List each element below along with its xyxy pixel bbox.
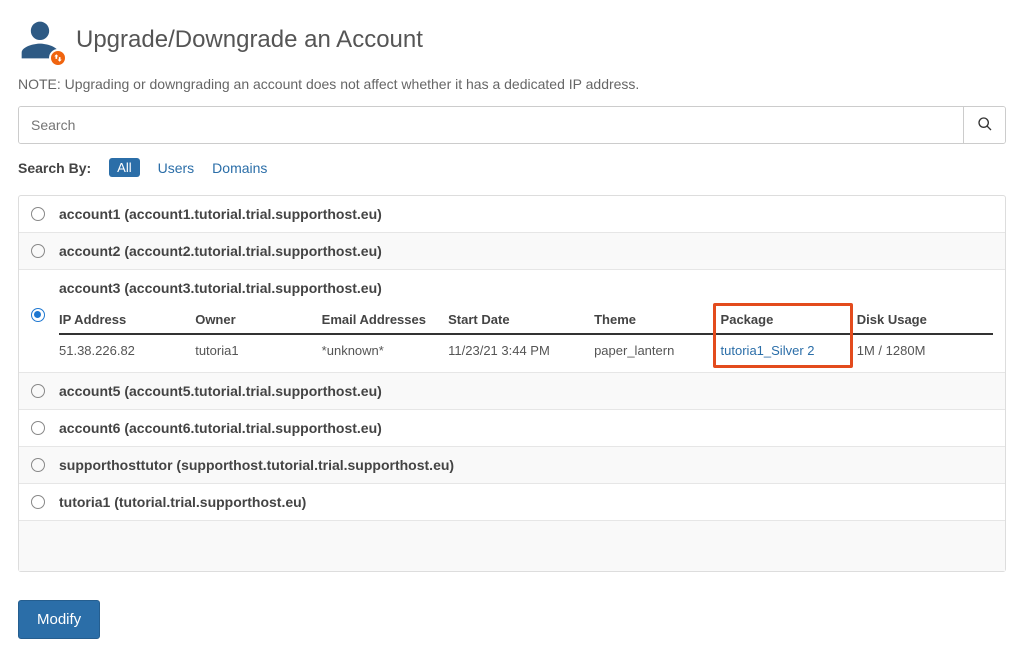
account-details-table: IP Address Owner Email Addresses Start D… — [59, 306, 993, 362]
filter-all[interactable]: All — [109, 158, 139, 177]
panel-spacer — [19, 521, 1005, 571]
account-label: account6 (account6.tutorial.trial.suppor… — [59, 420, 382, 436]
person-icon-wrap — [18, 18, 62, 62]
radio-supporthosttutor[interactable] — [31, 458, 45, 472]
search-row — [18, 106, 1006, 144]
col-start: Start Date — [448, 306, 594, 334]
account-row-expanded: account3 (account3.tutorial.trial.suppor… — [19, 270, 1005, 373]
cell-owner: tutoria1 — [195, 334, 321, 362]
account-label: supporthosttutor (supporthost.tutorial.t… — [59, 457, 454, 473]
account-row[interactable]: tutoria1 (tutorial.trial.supporthost.eu) — [19, 484, 1005, 521]
account-row[interactable]: supporthosttutor (supporthost.tutorial.t… — [19, 447, 1005, 484]
search-button[interactable] — [963, 107, 1005, 143]
account-label: account2 (account2.tutorial.trial.suppor… — [59, 243, 382, 259]
col-theme: Theme — [594, 306, 720, 334]
account-label: account1 (account1.tutorial.trial.suppor… — [59, 206, 382, 222]
accounts-panel: account1 (account1.tutorial.trial.suppor… — [18, 195, 1006, 572]
account-row[interactable]: account6 (account6.tutorial.trial.suppor… — [19, 410, 1005, 447]
package-link[interactable]: tutoria1_Silver 2 — [721, 343, 815, 358]
radio-account5[interactable] — [31, 384, 45, 398]
account-row[interactable]: account1 (account1.tutorial.trial.suppor… — [19, 196, 1005, 233]
note-text: NOTE: Upgrading or downgrading an accoun… — [18, 76, 1006, 92]
filter-domains[interactable]: Domains — [212, 160, 267, 176]
account-label: account3 (account3.tutorial.trial.suppor… — [59, 280, 993, 296]
cell-email: *unknown* — [322, 334, 448, 362]
cell-disk: 1M / 1280M — [857, 334, 993, 362]
search-by-label: Search By: — [18, 160, 91, 176]
cell-ip: 51.38.226.82 — [59, 334, 195, 362]
account-row[interactable]: account5 (account5.tutorial.trial.suppor… — [19, 373, 1005, 410]
page-title: Upgrade/Downgrade an Account — [76, 26, 423, 54]
radio-account2[interactable] — [31, 244, 45, 258]
radio-tutoria1[interactable] — [31, 495, 45, 509]
cell-start: 11/23/21 3:44 PM — [448, 334, 594, 362]
radio-account1[interactable] — [31, 207, 45, 221]
cell-theme: paper_lantern — [594, 334, 720, 362]
col-email: Email Addresses — [322, 306, 448, 334]
cell-package: tutoria1_Silver 2 — [721, 334, 857, 362]
updown-badge-icon — [49, 49, 67, 67]
page-header: Upgrade/Downgrade an Account — [18, 18, 1006, 62]
search-by-row: Search By: All Users Domains — [18, 158, 1006, 177]
account-label: tutoria1 (tutorial.trial.supporthost.eu) — [59, 494, 306, 510]
col-owner: Owner — [195, 306, 321, 334]
search-icon — [977, 116, 993, 135]
radio-account6[interactable] — [31, 421, 45, 435]
account-row[interactable]: account2 (account2.tutorial.trial.suppor… — [19, 233, 1005, 270]
modify-button[interactable]: Modify — [18, 600, 100, 639]
col-ip: IP Address — [59, 306, 195, 334]
col-package: Package — [721, 306, 857, 334]
filter-users[interactable]: Users — [158, 160, 195, 176]
search-input[interactable] — [19, 107, 963, 143]
col-disk: Disk Usage — [857, 306, 993, 334]
account-label: account5 (account5.tutorial.trial.suppor… — [59, 383, 382, 399]
table-row: 51.38.226.82 tutoria1 *unknown* 11/23/21… — [59, 334, 993, 362]
radio-account3[interactable] — [31, 308, 45, 322]
